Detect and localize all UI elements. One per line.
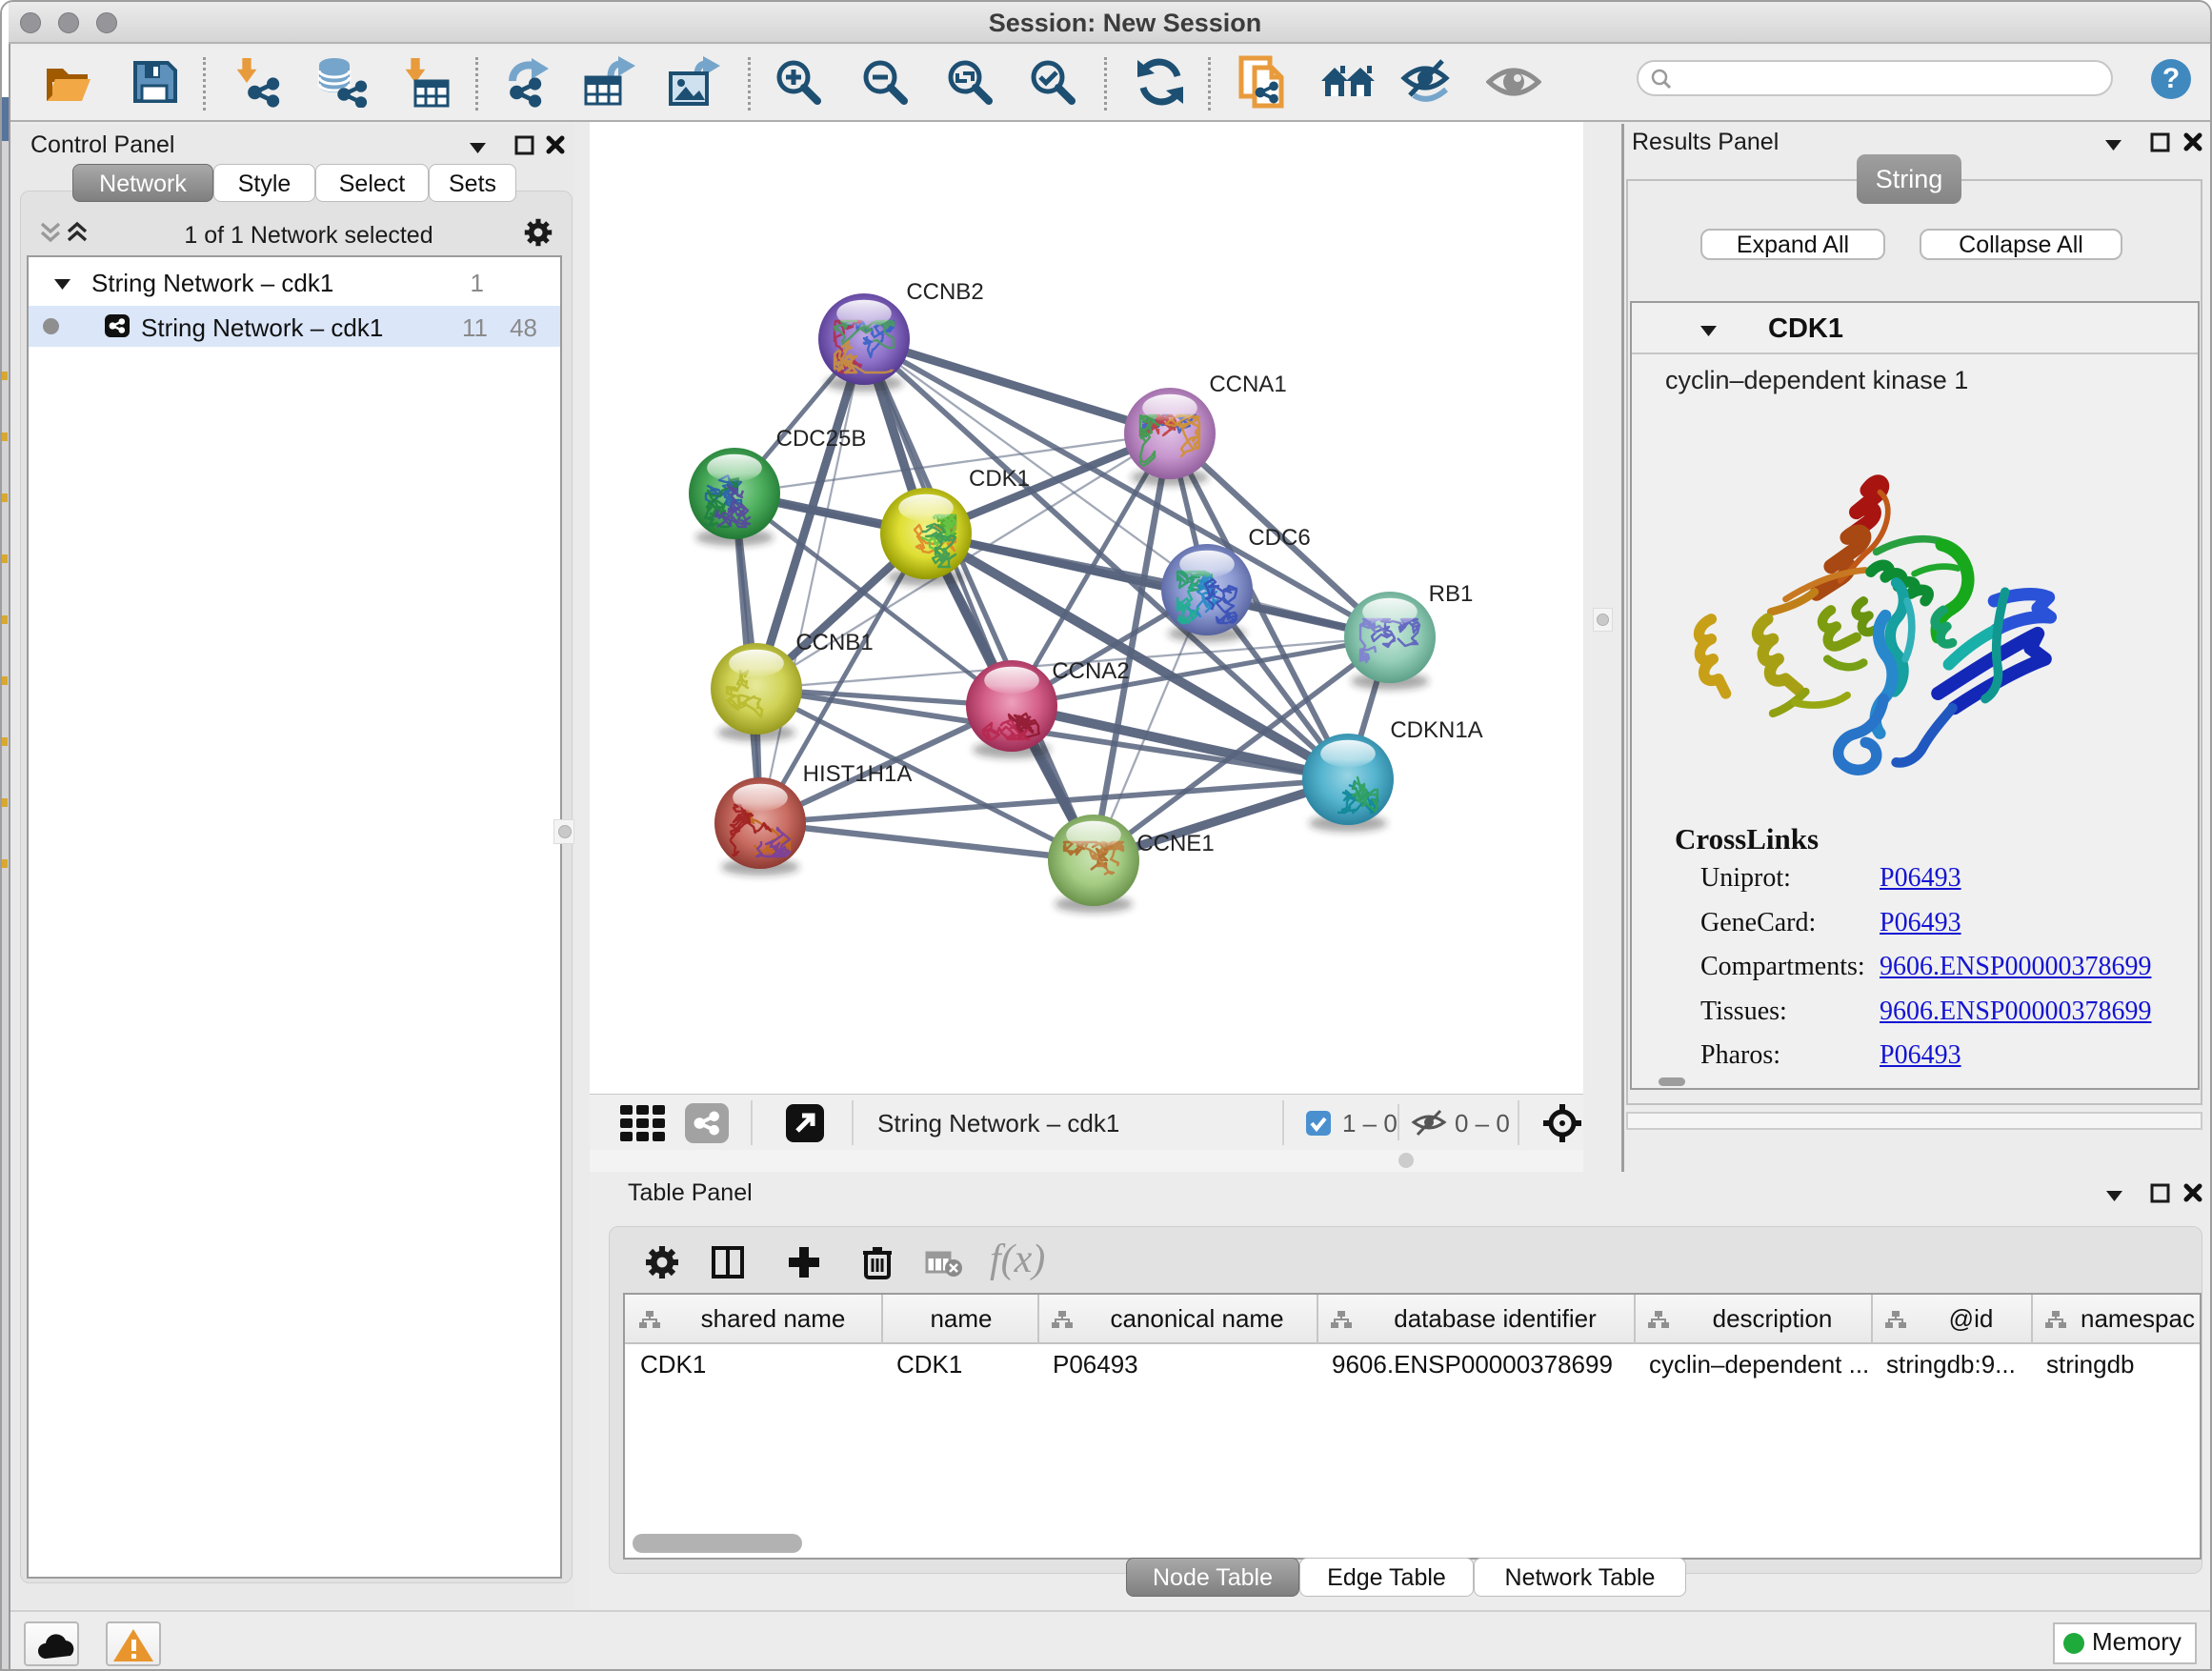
svg-text:HIST1H1A: HIST1H1A [803, 761, 913, 787]
svg-text:CCNA1: CCNA1 [1209, 372, 1286, 397]
svg-text:CDC25B: CDC25B [776, 426, 867, 452]
svg-text:CCNE1: CCNE1 [1136, 831, 1214, 856]
svg-text:CCNB1: CCNB1 [795, 630, 873, 655]
svg-text:CDKN1A: CDKN1A [1390, 717, 1482, 743]
svg-text:RB1: RB1 [1429, 581, 1474, 607]
svg-text:CDC6: CDC6 [1248, 525, 1310, 551]
svg-text:CDK1: CDK1 [969, 466, 1030, 492]
svg-text:CCNB2: CCNB2 [906, 279, 983, 305]
svg-text:CCNA2: CCNA2 [1052, 658, 1129, 684]
